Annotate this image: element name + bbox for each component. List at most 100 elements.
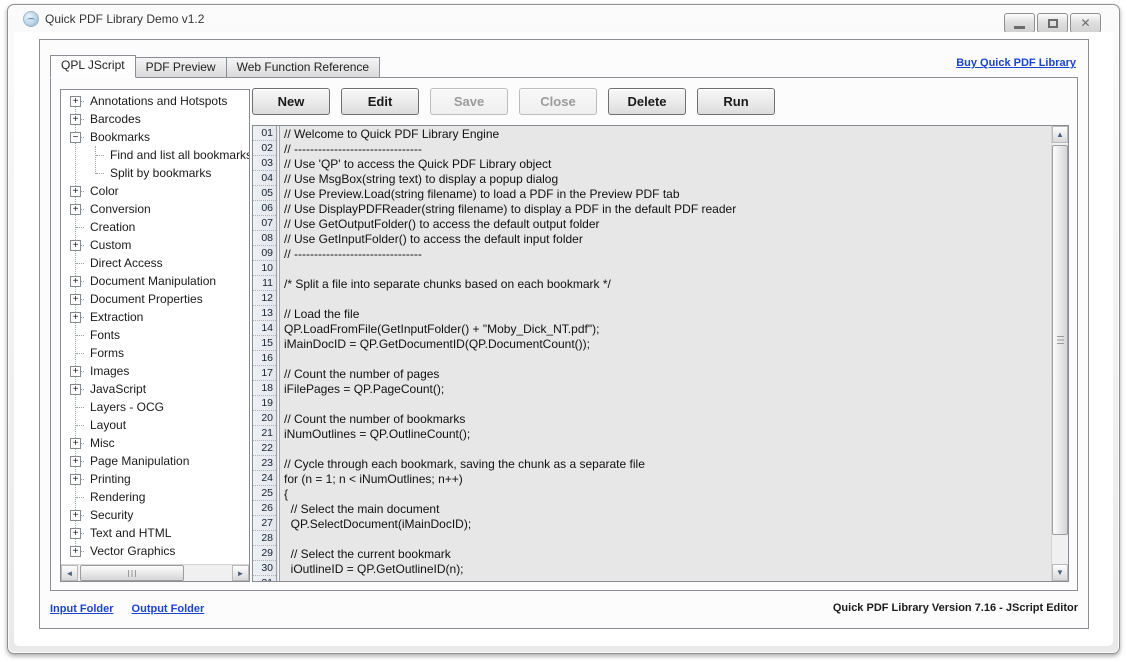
- buy-quick-pdf-library-link[interactable]: Buy Quick PDF Library: [956, 57, 1076, 69]
- expand-icon[interactable]: +: [70, 384, 81, 395]
- tree-item-color[interactable]: + Color: [61, 182, 249, 200]
- tab-qpl-jscript[interactable]: QPL JScript: [50, 55, 136, 78]
- tree-item-rendering[interactable]: Rendering: [61, 488, 249, 506]
- code-line: // Use 'QP' to access the Quick PDF Libr…: [284, 157, 1051, 172]
- tab-web-function-reference[interactable]: Web Function Reference: [227, 57, 381, 78]
- edit-script-button[interactable]: Edit: [341, 88, 419, 115]
- tree-item-security[interactable]: +Security: [61, 506, 249, 524]
- code-editor[interactable]: 0102030405060708091011121314151617181920…: [252, 125, 1069, 582]
- close-icon: ✕: [1080, 17, 1090, 29]
- tab-pdf-preview[interactable]: PDF Preview: [136, 57, 227, 78]
- tree-item-printing[interactable]: +Printing: [61, 470, 249, 488]
- editor-toolbar: NewEditSaveCloseDeleteRun: [252, 88, 775, 115]
- expand-icon[interactable]: +: [70, 438, 81, 449]
- tree-item-images[interactable]: +Images: [61, 362, 249, 380]
- tree-item-misc[interactable]: +Misc: [61, 434, 249, 452]
- code-line: iOutlineID = QP.GetOutlineID(n);: [284, 562, 1051, 577]
- close-script-button: Close: [519, 88, 597, 115]
- line-number: 29: [253, 546, 276, 561]
- tree-horizontal-scrollbar[interactable]: ◄ ►: [61, 564, 249, 581]
- tree-item-label: Document Properties: [90, 290, 203, 308]
- tree-item-fonts[interactable]: Fonts: [61, 326, 249, 344]
- tree-item-label: Creation: [90, 218, 135, 236]
- tree-item-document-properties[interactable]: + Document Properties: [61, 290, 249, 308]
- tree-item-label: Vector Graphics: [90, 542, 175, 560]
- code-line: // Cycle through each bookmark, saving t…: [284, 457, 1051, 472]
- expand-icon[interactable]: +: [70, 114, 81, 125]
- expand-icon[interactable]: +: [70, 96, 81, 107]
- line-number: 17: [253, 366, 276, 381]
- tree-item-label: Conversion: [90, 200, 151, 218]
- tree-item-conversion[interactable]: + Conversion: [61, 200, 249, 218]
- scroll-right-arrow-icon[interactable]: ►: [232, 565, 249, 581]
- code-line: // Use DisplayPDFReader(string filename)…: [284, 202, 1051, 217]
- code-line: // Load the file: [284, 307, 1051, 322]
- delete-script-button[interactable]: Delete: [608, 88, 686, 115]
- code-line: // --------------------------------: [284, 142, 1051, 157]
- tree-item-custom[interactable]: +Custom: [61, 236, 249, 254]
- expand-icon[interactable]: +: [70, 276, 81, 287]
- title-bar[interactable]: Quick PDF Library Demo v1.2 ✕: [8, 5, 1119, 32]
- tree-item-label: Annotations and Hotspots: [90, 92, 227, 110]
- tree-scrollbar-thumb[interactable]: [80, 565, 184, 581]
- expand-icon[interactable]: +: [70, 312, 81, 323]
- tree-item-find-and-list-all-bookmarks[interactable]: Find and list all bookmarks: [61, 146, 249, 164]
- line-number: 14: [253, 321, 276, 336]
- maximize-button[interactable]: [1037, 13, 1068, 33]
- editor-vertical-scrollbar[interactable]: ▲ ▼: [1051, 126, 1068, 581]
- expand-icon[interactable]: +: [70, 474, 81, 485]
- close-button[interactable]: ✕: [1070, 13, 1101, 33]
- tree-item-bookmarks[interactable]: −Bookmarks: [61, 128, 249, 146]
- code-text-area[interactable]: // Welcome to Quick PDF Library Engine//…: [281, 126, 1051, 581]
- output-folder-link[interactable]: Output Folder: [132, 603, 205, 615]
- new-script-button[interactable]: New: [252, 88, 330, 115]
- tree-item-split-by-bookmarks[interactable]: Split by bookmarks: [61, 164, 249, 182]
- expand-icon[interactable]: +: [70, 546, 81, 557]
- input-folder-link[interactable]: Input Folder: [50, 603, 114, 615]
- run-script-button[interactable]: Run: [697, 88, 775, 115]
- scroll-down-arrow-icon[interactable]: ▼: [1052, 564, 1068, 581]
- expand-icon[interactable]: +: [70, 456, 81, 467]
- tree-item-javascript[interactable]: +JavaScript: [61, 380, 249, 398]
- client-area: QPL JScriptPDF PreviewWeb Function Refer…: [14, 32, 1113, 646]
- tree-item-annotations-and-hotspots[interactable]: + Annotations and Hotspots: [61, 92, 249, 110]
- tree-item-label: Fonts: [90, 326, 120, 344]
- tree-item-direct-access[interactable]: Direct Access: [61, 254, 249, 272]
- line-number: 19: [253, 396, 276, 411]
- line-number: 26: [253, 501, 276, 516]
- tree-item-layers-ocg[interactable]: Layers - OCG: [61, 398, 249, 416]
- expand-icon[interactable]: +: [70, 510, 81, 521]
- scroll-up-arrow-icon[interactable]: ▲: [1052, 126, 1068, 143]
- line-number: 05: [253, 186, 276, 201]
- line-number: 15: [253, 336, 276, 351]
- tree-item-label: Document Manipulation: [90, 272, 216, 290]
- line-number: 28: [253, 531, 276, 546]
- code-line: iMainDocID = QP.GetDocumentID(QP.Documen…: [284, 337, 1051, 352]
- expand-icon[interactable]: +: [70, 528, 81, 539]
- minimize-button[interactable]: [1004, 13, 1035, 33]
- tree-item-page-manipulation[interactable]: +Page Manipulation: [61, 452, 249, 470]
- line-number: 09: [253, 246, 276, 261]
- expand-icon[interactable]: +: [70, 294, 81, 305]
- line-number: 21: [253, 426, 276, 441]
- tree-item-vector-graphics[interactable]: + Vector Graphics: [61, 542, 249, 560]
- expand-icon[interactable]: +: [70, 204, 81, 215]
- editor-scrollbar-thumb[interactable]: [1052, 145, 1068, 535]
- expand-icon[interactable]: +: [70, 366, 81, 377]
- scroll-left-arrow-icon[interactable]: ◄: [61, 565, 78, 581]
- tree-item-extraction[interactable]: +Extraction: [61, 308, 249, 326]
- expand-icon[interactable]: +: [70, 186, 81, 197]
- tree-item-forms[interactable]: Forms: [61, 344, 249, 362]
- tree-item-creation[interactable]: Creation: [61, 218, 249, 236]
- tree-item-barcodes[interactable]: +Barcodes: [61, 110, 249, 128]
- footer-links: Input Folder Output Folder: [50, 603, 204, 615]
- collapse-icon[interactable]: −: [70, 132, 81, 143]
- line-number-gutter: 0102030405060708091011121314151617181920…: [253, 126, 277, 581]
- expand-icon[interactable]: +: [70, 240, 81, 251]
- code-line: {: [284, 487, 1051, 502]
- code-line: // Welcome to Quick PDF Library Engine: [284, 127, 1051, 142]
- tree-item-document-manipulation[interactable]: + Document Manipulation: [61, 272, 249, 290]
- tree-item-label: Color: [90, 182, 119, 200]
- tree-item-text-and-html[interactable]: +Text and HTML: [61, 524, 249, 542]
- tree-item-layout[interactable]: Layout: [61, 416, 249, 434]
